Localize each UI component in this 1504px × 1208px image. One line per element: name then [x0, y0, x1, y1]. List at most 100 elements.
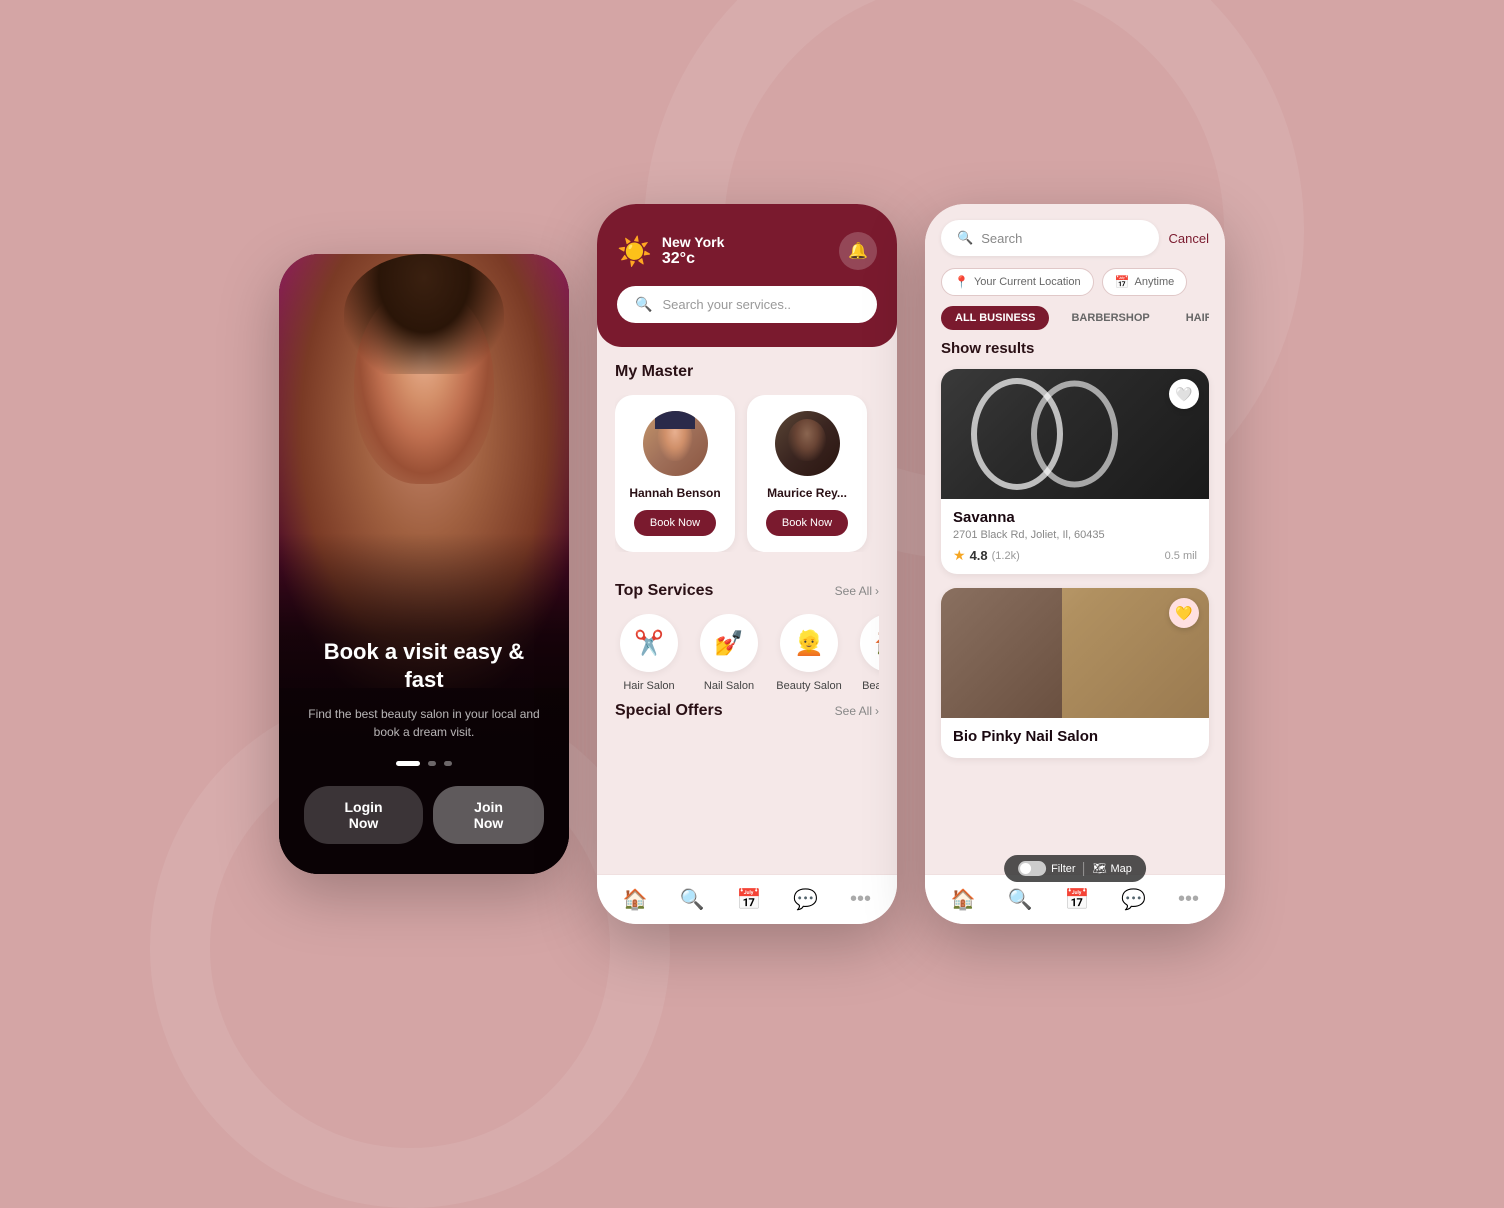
search-nav-chat[interactable]: 💬 [1121, 887, 1146, 912]
onboarding-title: Book a visit easy & fast [304, 638, 544, 695]
map-label: 🗺 Map [1093, 862, 1132, 875]
search-nav-more[interactable]: ••• [1178, 888, 1199, 911]
pinky-image: 💛 [941, 588, 1209, 718]
savanna-image: 🤍 [941, 369, 1209, 499]
service-nail-salon[interactable]: 💅 Nail Salon [695, 614, 763, 692]
location-icon: 📍 [954, 275, 969, 289]
master-card-1: Hannah Benson Book Now [615, 395, 735, 552]
app-body: My Master Hannah Benson Book Now [597, 347, 897, 874]
savanna-address: 2701 Black Rd, Joliet, Il, 60435 [953, 529, 1197, 541]
nav-search[interactable]: 🔍 [680, 887, 705, 912]
offers-see-all[interactable]: See All › [835, 704, 879, 718]
dot-1 [396, 761, 420, 766]
star-icon: ★ [953, 547, 966, 564]
avatar-hannah [643, 411, 708, 476]
pinky-info: Bio Pinky Nail Salon [941, 718, 1209, 758]
nav-calendar[interactable]: 📅 [736, 887, 761, 912]
location-chip[interactable]: 📍 Your Current Location [941, 268, 1094, 296]
location-filter-row: 📍 Your Current Location 📅 Anytime [941, 268, 1209, 296]
search-bottom-nav: Filter 🗺 Map 🏠 🔍 📅 💬 ••• [925, 874, 1225, 924]
top-services-section: Top Services See All › ✂️ Hair Salon 💅 N… [597, 566, 897, 692]
nail-salon-icon: 💅 [700, 614, 758, 672]
toggle-bg [1018, 861, 1046, 876]
phone-search-results: 🔍 Search Cancel 📍 Your Current Location … [925, 204, 1225, 924]
filter-toggle: Filter [1018, 861, 1075, 876]
search-icon: 🔍 [635, 296, 652, 313]
weather-row: ☀️ New York 32°c 🔔 [617, 232, 877, 270]
dot-3 [444, 761, 452, 766]
maurice-name: Maurice Rey... [761, 486, 853, 500]
my-master-title: My Master [615, 363, 693, 381]
hannah-photo [643, 411, 708, 476]
results-body: Show results 🤍 Savanna 2701 Black Rd, Jo… [925, 340, 1225, 874]
search-text: Search [981, 231, 1022, 246]
phones-container: Book a visit easy & fast Find the best b… [279, 204, 1225, 924]
map-icon: 🗺 [1093, 862, 1107, 875]
savanna-meta: ★ 4.8 (1.2k) 0.5 mil [953, 547, 1197, 564]
services-see-all[interactable]: See All › [835, 584, 879, 598]
notification-button[interactable]: 🔔 [839, 232, 877, 270]
dot-2 [428, 761, 436, 766]
nail-salon-label: Nail Salon [695, 680, 763, 692]
nav-chat[interactable]: 💬 [793, 887, 818, 912]
rating-count: (1.2k) [992, 550, 1020, 562]
book-hannah-button[interactable]: Book Now [634, 510, 716, 536]
join-button[interactable]: Join Now [433, 786, 544, 844]
savanna-info: Savanna 2701 Black Rd, Joliet, Il, 60435… [941, 499, 1209, 574]
tab-hair-salon[interactable]: HAIR SALON [1172, 306, 1209, 330]
weather-left: ☀️ New York 32°c [617, 234, 724, 268]
avatar-maurice [775, 411, 840, 476]
search-placeholder: Search your services.. [662, 297, 791, 312]
category-tabs: ALL BUSINESS BARBERSHOP HAIR SALON MASSA… [941, 306, 1209, 330]
top-services-title: Top Services [615, 582, 713, 600]
tab-barbershop[interactable]: BARBERSHOP [1057, 306, 1163, 330]
result-card-savanna[interactable]: 🤍 Savanna 2701 Black Rd, Joliet, Il, 604… [941, 369, 1209, 574]
tab-all-business[interactable]: ALL BUSINESS [941, 306, 1049, 330]
nav-more[interactable]: ••• [850, 888, 871, 911]
savanna-distance: 0.5 mil [1165, 550, 1197, 562]
phone-main-app: ☀️ New York 32°c 🔔 🔍 Search your service… [597, 204, 897, 924]
search-nav-home[interactable]: 🏠 [951, 887, 976, 912]
search-nav-search[interactable]: 🔍 [1008, 887, 1033, 912]
pinky-name: Bio Pinky Nail Salon [953, 728, 1197, 745]
service-hair-salon[interactable]: ✂️ Hair Salon [615, 614, 683, 692]
weather-text: New York 32°c [662, 234, 725, 268]
beauty-salon-2-icon: 🏠 [860, 614, 879, 672]
service-beauty-salon[interactable]: 👱 Beauty Salon [775, 614, 843, 692]
city-name: New York [662, 234, 725, 250]
savanna-rating: ★ 4.8 (1.2k) [953, 547, 1020, 564]
service-beauty-salon-2[interactable]: 🏠 Beauty S... [855, 614, 879, 692]
phone-onboarding: Book a visit easy & fast Find the best b… [279, 254, 569, 874]
time-chip[interactable]: 📅 Anytime [1102, 268, 1188, 296]
book-maurice-button[interactable]: Book Now [766, 510, 848, 536]
savanna-name: Savanna [953, 509, 1197, 526]
hair-salon-icon: ✂️ [620, 614, 678, 672]
onboarding-subtitle: Find the best beauty salon in your local… [304, 705, 544, 741]
services-list: ✂️ Hair Salon 💅 Nail Salon 👱 Beauty Salo… [615, 614, 879, 692]
search-bar[interactable]: 🔍 Search your services.. [617, 286, 877, 323]
filter-label: Filter [1051, 863, 1075, 875]
calendar-icon: 📅 [1115, 275, 1130, 289]
beauty-salon-2-label: Beauty S... [855, 680, 879, 692]
cancel-button[interactable]: Cancel [1169, 231, 1209, 246]
toggle-knob [1020, 863, 1031, 874]
pinky-heart-button[interactable]: 💛 [1169, 598, 1199, 628]
pagination-dots [304, 761, 544, 766]
login-button[interactable]: Login Now [304, 786, 423, 844]
masters-list: Hannah Benson Book Now Maurice Rey... Bo… [615, 395, 879, 552]
result-card-pinky[interactable]: 💛 Bio Pinky Nail Salon [941, 588, 1209, 758]
savanna-heart-button[interactable]: 🤍 [1169, 379, 1199, 409]
auth-buttons: Login Now Join Now [304, 786, 544, 844]
nav-home[interactable]: 🏠 [623, 887, 648, 912]
filter-map-button[interactable]: Filter 🗺 Map [1004, 855, 1146, 882]
search-input-row: 🔍 Search Cancel [941, 220, 1209, 256]
special-offers-section: Special Offers See All › [597, 692, 897, 720]
search-nav-calendar[interactable]: 📅 [1064, 887, 1089, 912]
hannah-name: Hannah Benson [629, 486, 721, 500]
bottom-nav: 🏠 🔍 📅 💬 ••• [597, 874, 897, 924]
results-label: Show results [941, 340, 1209, 357]
anytime-label: Anytime [1135, 276, 1175, 288]
onboarding-content: Book a visit easy & fast Find the best b… [279, 618, 569, 874]
search-input-box[interactable]: 🔍 Search [941, 220, 1159, 256]
app-header: ☀️ New York 32°c 🔔 🔍 Search your service… [597, 204, 897, 347]
